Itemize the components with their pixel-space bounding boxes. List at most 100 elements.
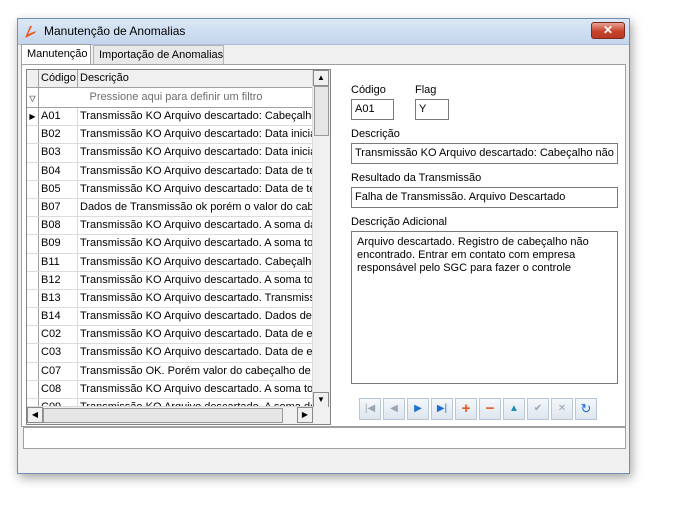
cell-descricao[interactable]: Transmissão KO Arquivo descartado: Data … — [79, 181, 312, 198]
resultado-field[interactable]: Falha de Transmissão. Arquivo Descartado — [351, 187, 618, 208]
row-indicator[interactable] — [27, 289, 39, 308]
cell-codigo[interactable]: C03 — [39, 344, 78, 362]
cell-codigo[interactable]: B09 — [39, 235, 78, 253]
current-row-indicator-icon[interactable]: ▶ — [27, 108, 39, 126]
table-row[interactable]: B03 Transmissão KO Arquivo descartado: Da… — [27, 144, 313, 163]
cell-codigo[interactable]: B04 — [39, 162, 78, 180]
table-row[interactable]: B08 Transmissão KO Arquivo descartado. A … — [27, 217, 313, 236]
edit-icon[interactable]: ▲ — [503, 398, 525, 420]
row-indicator[interactable] — [27, 235, 39, 253]
scroll-right-icon[interactable]: ▶ — [297, 407, 313, 423]
row-indicator[interactable] — [27, 126, 39, 144]
scroll-h-thumb[interactable] — [43, 408, 283, 423]
row-indicator[interactable] — [27, 162, 39, 180]
cell-descricao[interactable]: Transmissão KO Arquivo descartado: Data … — [79, 163, 312, 180]
grid-vertical-scrollbar[interactable]: ▲ ▼ — [312, 70, 330, 408]
cell-descricao[interactable]: Transmissão KO Arquivo descartado. A som… — [79, 235, 312, 252]
codigo-field[interactable]: A01 — [351, 99, 394, 120]
cell-codigo[interactable]: B13 — [39, 289, 78, 308]
scroll-thumb[interactable] — [314, 86, 329, 136]
cell-descricao[interactable]: Transmissão KO Arquivo descartado. Trans… — [79, 290, 312, 307]
table-row[interactable]: C08 Transmissão KO Arquivo descartado. A … — [27, 380, 313, 399]
adicional-memo[interactable]: Arquivo descartado. Registro de cabeçalh… — [351, 231, 618, 384]
anomalies-grid[interactable]: Código Descrição ▽ Pressione aqui para d… — [26, 69, 331, 425]
cell-descricao[interactable]: Transmissão KO Arquivo descartado: Data … — [79, 144, 312, 161]
table-row[interactable]: C07 Transmissão OK. Porém valor do cabeça… — [27, 362, 313, 381]
table-row[interactable]: B11 Transmissão KO Arquivo descartado. Ca… — [27, 253, 313, 272]
scroll-corner — [313, 407, 330, 424]
table-row[interactable]: B13 Transmissão KO Arquivo descartado. Tr… — [27, 289, 313, 309]
last-record-icon[interactable]: ▶| — [431, 398, 453, 420]
tab-importacao[interactable]: Importação de Anomalias — [93, 45, 224, 64]
cell-codigo[interactable]: B08 — [39, 217, 78, 235]
grid-horizontal-scrollbar[interactable]: ◀ ▶ — [27, 406, 313, 424]
row-indicator[interactable] — [27, 180, 39, 198]
cell-codigo[interactable]: A01 — [39, 108, 78, 126]
cell-descricao[interactable]: Transmissão KO Arquivo descartado. Cabeç… — [79, 254, 312, 271]
cell-codigo[interactable]: C02 — [39, 326, 78, 344]
row-indicator[interactable] — [27, 362, 39, 380]
table-row[interactable]: C03 Transmissão KO Arquivo descartado. Da… — [27, 344, 313, 363]
cell-codigo[interactable]: C07 — [39, 362, 78, 380]
table-row[interactable]: B12 Transmissão KO Arquivo descartado. A … — [27, 271, 313, 290]
window-title: Manutenção de Anomalias — [44, 24, 186, 38]
row-indicator[interactable] — [27, 380, 39, 398]
prior-record-icon[interactable]: ◀ — [383, 398, 405, 420]
post-icon[interactable]: ✔ — [527, 398, 549, 420]
table-row[interactable]: B14 Transmissão KO Arquivo descartado. Da… — [27, 308, 313, 327]
tab-panel: Código Descrição ▽ Pressione aqui para d… — [21, 64, 626, 427]
filter-row[interactable]: ▽ Pressione aqui para definir um filtro — [27, 88, 313, 108]
cell-descricao[interactable]: Transmissão KO Arquivo descartado. A som… — [79, 217, 312, 234]
cell-codigo[interactable]: B12 — [39, 271, 78, 289]
cell-descricao[interactable]: Transmissão KO Arquivo descartado: Cabeç… — [79, 108, 312, 125]
refresh-icon[interactable]: ↻ — [575, 398, 597, 420]
next-record-icon[interactable]: ▶ — [407, 398, 429, 420]
table-row[interactable]: B04 Transmissão KO Arquivo descartado: Da… — [27, 162, 313, 181]
tab-manutencao[interactable]: Manutenção — [21, 44, 91, 65]
table-row[interactable]: C02 Transmissão KO Arquivo descartado. Da… — [27, 326, 313, 345]
descricao-field[interactable]: Transmissão KO Arquivo descartado: Cabeç… — [351, 143, 618, 164]
cell-descricao[interactable]: Transmissão KO Arquivo descartado: Data … — [79, 126, 312, 143]
cell-descricao[interactable]: Transmissão KO Arquivo descartado. A som… — [79, 272, 312, 289]
table-row[interactable]: B07 Dados de Transmissão ok porém o valor… — [27, 198, 313, 218]
insert-icon[interactable]: + — [455, 398, 477, 420]
cell-codigo[interactable]: B14 — [39, 308, 78, 326]
row-indicator[interactable] — [27, 344, 39, 362]
cell-codigo[interactable]: B07 — [39, 198, 78, 217]
cell-codigo[interactable]: B02 — [39, 126, 78, 144]
delete-icon[interactable]: − — [479, 398, 501, 420]
cancel-icon[interactable]: ✕ — [551, 398, 573, 420]
row-indicator[interactable] — [27, 326, 39, 344]
column-header-codigo[interactable]: Código — [39, 70, 78, 87]
row-indicator[interactable] — [27, 271, 39, 289]
filter-prompt[interactable]: Pressione aqui para definir um filtro — [39, 88, 313, 107]
table-row[interactable]: ▶ A01 Transmissão KO Arquivo descartado: C… — [27, 108, 313, 127]
column-header-descricao[interactable]: Descrição — [79, 70, 313, 87]
cell-descricao[interactable]: Transmissão OK. Porém valor do cabeçalho… — [79, 363, 312, 380]
table-row[interactable]: B05 Transmissão KO Arquivo descartado: Da… — [27, 180, 313, 199]
cell-descricao[interactable]: Transmissão KO Arquivo descartado. Dados… — [79, 308, 312, 325]
cell-descricao[interactable]: Dados de Transmissão ok porém o valor do… — [79, 199, 312, 216]
status-bar — [23, 427, 626, 449]
row-indicator[interactable] — [27, 253, 39, 271]
cell-descricao[interactable]: Transmissão KO Arquivo descartado. A som… — [79, 381, 312, 398]
cell-codigo[interactable]: B05 — [39, 180, 78, 198]
cell-codigo[interactable]: B03 — [39, 144, 78, 162]
cell-codigo[interactable]: B11 — [39, 253, 78, 271]
cell-descricao[interactable]: Transmissão KO Arquivo descartado. Data … — [79, 344, 312, 361]
row-indicator[interactable] — [27, 308, 39, 326]
close-button[interactable]: ✕ — [591, 22, 625, 39]
first-record-icon[interactable]: |◀ — [359, 398, 381, 420]
row-indicator[interactable] — [27, 144, 39, 162]
scroll-down-icon[interactable]: ▼ — [313, 392, 329, 408]
scroll-left-icon[interactable]: ◀ — [27, 407, 43, 423]
table-row[interactable]: B02 Transmissão KO Arquivo descartado: Da… — [27, 126, 313, 145]
table-row[interactable]: B09 Transmissão KO Arquivo descartado. A … — [27, 235, 313, 254]
cell-descricao[interactable]: Transmissão KO Arquivo descartado. Data … — [79, 326, 312, 343]
row-indicator[interactable] — [27, 198, 39, 217]
scroll-up-icon[interactable]: ▲ — [313, 70, 329, 86]
flag-field[interactable]: Y — [415, 99, 449, 120]
row-indicator[interactable] — [27, 217, 39, 235]
cell-codigo[interactable]: C08 — [39, 380, 78, 398]
title-bar[interactable]: Manutenção de Anomalias ✕ — [18, 19, 629, 45]
